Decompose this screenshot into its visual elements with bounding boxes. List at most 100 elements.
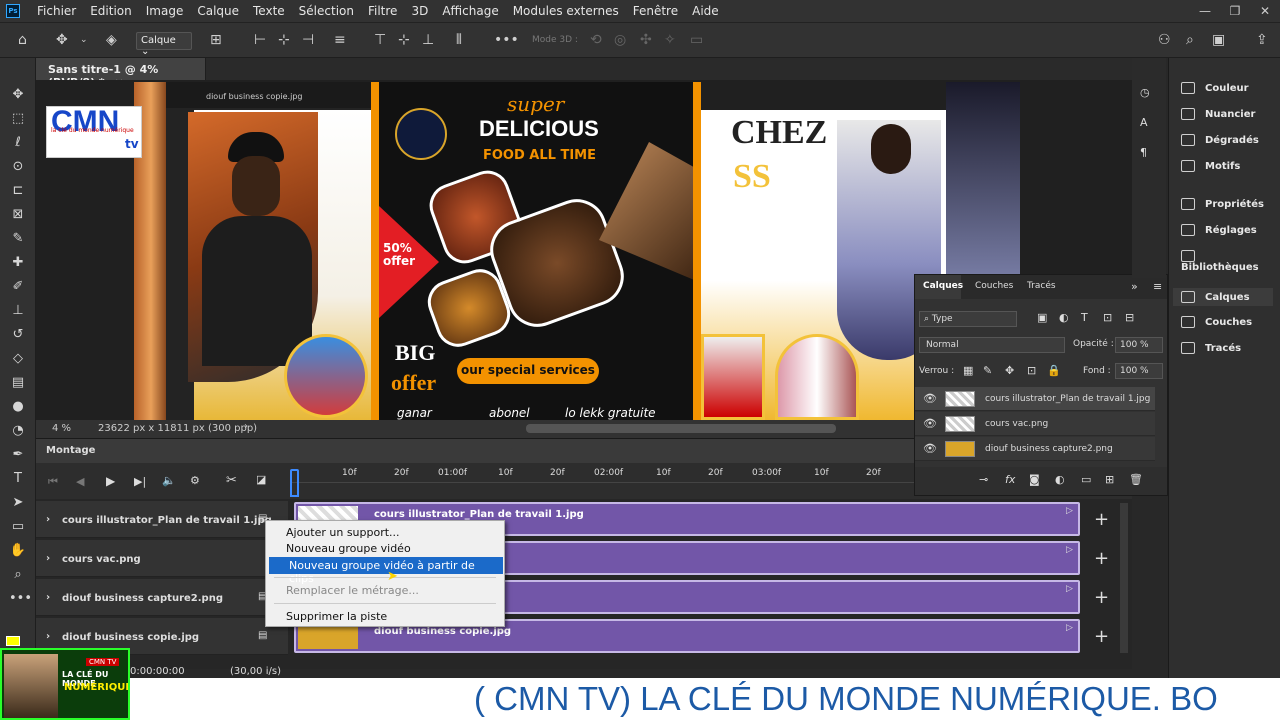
fx-icon[interactable]: fx: [1005, 473, 1015, 486]
menu-item-add-media[interactable]: Ajouter un support...: [266, 524, 504, 541]
menu-item-new-video-group-from-clips[interactable]: Nouveau groupe vidéo à partir de clips: [269, 557, 503, 585]
brush-tool-icon[interactable]: ✐: [9, 278, 27, 296]
filter-shape-icon[interactable]: ⊡: [1103, 311, 1112, 324]
menu-fichier[interactable]: Fichier: [30, 4, 83, 18]
transition-icon[interactable]: ◪: [256, 473, 266, 486]
filter-smart-icon[interactable]: ⊟: [1125, 311, 1134, 324]
dock-item-degrades[interactable]: Dégradés: [1181, 134, 1280, 146]
history-brush-icon[interactable]: ↺: [9, 326, 27, 344]
workspace-icon[interactable]: ▣: [1212, 32, 1225, 48]
layer-select-dropdown[interactable]: Calque ⌄: [136, 32, 192, 57]
new-group-icon[interactable]: ▭: [1081, 473, 1091, 486]
menu-modules-externes[interactable]: Modules externes: [506, 4, 626, 18]
filter-adjust-icon[interactable]: ◐: [1059, 311, 1069, 324]
frame-tool-icon[interactable]: ⊠: [9, 206, 27, 224]
minimize-icon[interactable]: —: [1190, 4, 1220, 18]
blend-mode-select[interactable]: Normal: [919, 337, 1065, 353]
clip-end-handle-icon[interactable]: ▷: [1066, 623, 1073, 633]
path-select-icon[interactable]: ➤: [9, 494, 27, 512]
gradient-tool-icon[interactable]: ▤: [9, 374, 27, 392]
audio-icon[interactable]: 🔈: [162, 474, 176, 487]
align-middle-icon[interactable]: ⊹: [398, 32, 410, 48]
menu-fenetre[interactable]: Fenêtre: [626, 4, 685, 18]
search-icon[interactable]: ⌕: [1186, 32, 1194, 48]
previous-frame-icon[interactable]: ◀: [76, 475, 84, 488]
dock-item-bibliotheques[interactable]: Bibliothèques: [1181, 250, 1280, 273]
lock-paint-icon[interactable]: ✎: [983, 364, 992, 377]
healing-tool-icon[interactable]: ✚: [9, 254, 27, 272]
split-scissors-icon[interactable]: ✂: [226, 473, 237, 488]
chevron-down-icon[interactable]: ⌄: [80, 32, 88, 48]
menu-item-new-video-group[interactable]: Nouveau groupe vidéo: [266, 540, 504, 557]
new-layer-icon[interactable]: ⊞: [1105, 473, 1114, 486]
move-tool-icon[interactable]: ✥: [9, 86, 27, 104]
shape-tool-icon[interactable]: ▭: [9, 518, 27, 536]
paragraph-panel-icon[interactable]: ¶: [1140, 146, 1147, 159]
close-icon[interactable]: ✕: [1250, 4, 1280, 18]
dock-item-proprietes[interactable]: Propriétés: [1181, 198, 1280, 210]
zoom-level[interactable]: 4 %: [52, 423, 71, 434]
layer-row[interactable]: 👁 cours illustrator_Plan de travail 1.jp…: [915, 387, 1155, 411]
lock-move-icon[interactable]: ✥: [1005, 364, 1014, 377]
lock-pixels-icon[interactable]: ▦: [963, 364, 973, 377]
next-frame-icon[interactable]: ▶|: [134, 475, 146, 488]
menu-image[interactable]: Image: [139, 4, 191, 18]
share-user-icon[interactable]: ⚇: [1158, 32, 1171, 48]
add-media-plus-icon[interactable]: +: [1094, 587, 1109, 608]
clip-end-handle-icon[interactable]: ▷: [1066, 545, 1073, 555]
character-panel-icon[interactable]: A: [1140, 116, 1148, 129]
type-tool-icon[interactable]: T: [9, 470, 27, 488]
align-left-icon[interactable]: ⊢: [254, 32, 266, 48]
dock-item-calques[interactable]: Calques: [1173, 288, 1273, 306]
chevron-right-icon[interactable]: ›: [46, 553, 50, 564]
menu-filtre[interactable]: Filtre: [361, 4, 404, 18]
menu-aide[interactable]: Aide: [685, 4, 726, 18]
film-strip-icon[interactable]: ▤: [258, 630, 267, 641]
quick-select-tool-icon[interactable]: ⊙: [9, 158, 27, 176]
align-top-icon[interactable]: ⊤: [374, 32, 386, 48]
lock-artboard-icon[interactable]: ⊡: [1027, 364, 1036, 377]
visibility-eye-icon[interactable]: 👁: [923, 392, 937, 405]
layer-row[interactable]: 👁 diouf business capture2.png: [915, 437, 1155, 461]
delete-layer-icon[interactable]: 🗑: [1129, 473, 1143, 486]
layer-filter-select[interactable]: ⌕ Type: [919, 311, 1017, 327]
hand-tool-icon[interactable]: ✋: [9, 542, 27, 560]
more-options-icon[interactable]: •••: [494, 32, 519, 48]
playhead[interactable]: [290, 469, 299, 497]
go-to-first-frame-icon[interactable]: ⏮: [48, 475, 58, 489]
chevron-right-icon[interactable]: ›: [46, 592, 50, 603]
chevron-right-icon[interactable]: ›: [46, 631, 50, 642]
floating-image-window[interactable]: diouf business copie.jpg: [166, 82, 371, 420]
clip-end-handle-icon[interactable]: ▷: [1066, 506, 1073, 516]
add-media-plus-icon[interactable]: +: [1094, 626, 1109, 647]
zoom-tool-icon[interactable]: ⌕: [9, 566, 27, 584]
home-icon[interactable]: ⌂: [18, 32, 27, 48]
opacity-field[interactable]: 100 %: [1115, 337, 1163, 353]
dodge-tool-icon[interactable]: ◔: [9, 422, 27, 440]
settings-gear-icon[interactable]: ⚙: [190, 474, 200, 487]
track-header[interactable]: › diouf business capture2.png ▤: [36, 579, 288, 616]
add-mask-icon[interactable]: ◙: [1029, 473, 1040, 486]
filter-image-icon[interactable]: ▣: [1037, 311, 1047, 324]
add-media-plus-icon[interactable]: +: [1094, 548, 1109, 569]
transform-controls-icon[interactable]: ⊞: [210, 32, 222, 48]
track-header[interactable]: › cours vac.png: [36, 540, 288, 577]
move-tool-icon[interactable]: ✥: [56, 32, 68, 48]
lasso-tool-icon[interactable]: ℓ: [9, 134, 27, 152]
dock-item-nuancier[interactable]: Nuancier: [1181, 108, 1280, 120]
auto-select-icon[interactable]: ◈: [106, 32, 117, 48]
distribute-vertical-icon[interactable]: ⫴: [456, 32, 462, 48]
dock-item-motifs[interactable]: Motifs: [1181, 160, 1280, 172]
menu-affichage[interactable]: Affichage: [435, 4, 505, 18]
timeline-title[interactable]: Montage: [46, 445, 95, 456]
timeline-vertical-scrollbar[interactable]: [1120, 503, 1128, 653]
menu-edition[interactable]: Edition: [83, 4, 139, 18]
blur-tool-icon[interactable]: ●: [9, 398, 27, 416]
horizontal-scrollbar[interactable]: [526, 424, 836, 433]
tab-traces[interactable]: Tracés: [1027, 281, 1056, 291]
foreground-color-swatch[interactable]: [6, 636, 20, 646]
layer-row[interactable]: 👁 cours vac.png: [915, 412, 1155, 436]
history-panel-icon[interactable]: ◷: [1140, 86, 1150, 99]
share-icon[interactable]: ⇪: [1256, 32, 1268, 48]
clip-end-handle-icon[interactable]: ▷: [1066, 584, 1073, 594]
